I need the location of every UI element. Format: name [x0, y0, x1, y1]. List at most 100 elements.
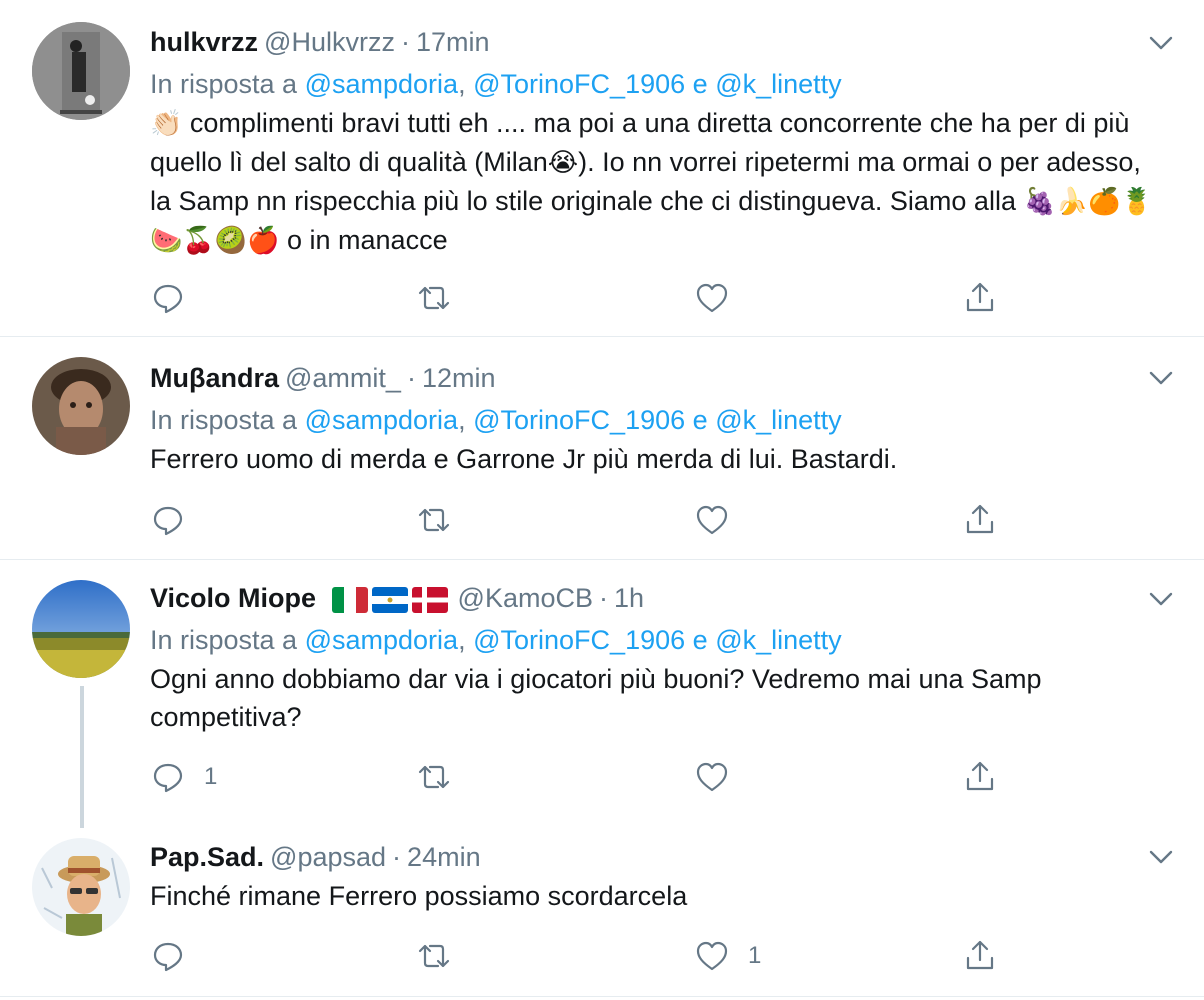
mention-conjunction: e — [692, 625, 708, 655]
retweet-icon — [418, 944, 450, 968]
separator-dot: · — [392, 842, 402, 872]
chevron-down-icon[interactable] — [1146, 842, 1176, 872]
crying-face-emoji: 😭 — [547, 148, 579, 178]
like-count: 1 — [748, 942, 762, 969]
share-button[interactable] — [962, 936, 998, 976]
comma: , — [458, 625, 466, 655]
display-name[interactable]: Vicolo Miope — [150, 583, 316, 613]
like-button[interactable] — [694, 278, 748, 318]
reply-button[interactable] — [150, 500, 204, 540]
tweet-text: 👏🏻 complimenti bravi tutti eh .... ma po… — [150, 104, 1164, 260]
user-handle[interactable]: @papsad — [270, 842, 386, 872]
reply-icon — [153, 942, 183, 972]
retweet-icon — [418, 765, 450, 789]
denmark-flag-icon — [411, 586, 448, 613]
tweet-actions — [150, 500, 1010, 540]
tweet-text-part: o in manacce — [279, 225, 448, 255]
reply-button[interactable]: 1 — [150, 757, 217, 797]
mention-link[interactable]: @k_linetty — [715, 625, 841, 655]
retweet-icon — [418, 286, 450, 310]
comma: , — [458, 405, 466, 435]
mention-link[interactable]: @TorinoFC_1906 — [473, 405, 685, 435]
reply-button[interactable] — [150, 278, 204, 318]
share-icon — [966, 504, 994, 534]
tweet-content: Muβandra @ammit_ · 12min In risposta a @sam… — [150, 358, 1164, 478]
tweet[interactable]: Vicolo Miope @KamoCB · 1h In risposta a @s… — [0, 560, 1204, 830]
avatar[interactable] — [32, 22, 130, 120]
reply-icon — [153, 284, 183, 314]
tweet-actions: 1 — [150, 936, 1010, 976]
mention-link[interactable]: @sampdoria — [305, 69, 458, 99]
avatar-image — [32, 22, 130, 120]
tweet-text: Ferrero uomo di merda e Garrone Jr più m… — [150, 444, 898, 474]
retweet-button[interactable] — [416, 278, 452, 318]
user-handle[interactable]: @Hulkvrzz — [264, 27, 395, 57]
separator-dot: · — [599, 583, 608, 613]
reply-prefix: In risposta a — [150, 625, 298, 655]
reply-icon — [153, 506, 183, 536]
avatar[interactable] — [32, 357, 130, 455]
tweet[interactable]: hulkvrzz @Hulkvrzz · 17min In risposta a @s… — [0, 0, 1204, 337]
reply-prefix: In risposta a — [150, 69, 298, 99]
retweet-icon — [418, 508, 450, 532]
reply-context: In risposta a @sampdoria, @TorinoFC_1906… — [150, 64, 1164, 104]
avatar-image — [32, 838, 130, 936]
share-icon — [966, 940, 994, 970]
timestamp[interactable]: 1h — [614, 583, 644, 613]
tweet-content: Pap.Sad. @papsad · 24min Finché rimane Ferr… — [150, 837, 1164, 915]
chevron-down-icon[interactable] — [1146, 584, 1176, 614]
mention-link[interactable]: @sampdoria — [305, 405, 458, 435]
retweet-button[interactable] — [416, 500, 452, 540]
tweet-content: hulkvrzz @Hulkvrzz · 17min In risposta a @s… — [150, 22, 1164, 260]
display-name[interactable]: Pap.Sad. — [150, 842, 264, 872]
italy-flag-icon — [331, 586, 368, 613]
tweet-header: Pap.Sad. @papsad · 24min — [150, 837, 1164, 877]
separator-dot: · — [406, 363, 416, 393]
nicaragua-flag-icon — [371, 586, 408, 613]
timestamp[interactable]: 12min — [422, 363, 496, 393]
like-button[interactable]: 1 — [694, 936, 761, 976]
reply-prefix: In risposta a — [150, 405, 298, 435]
avatar-image — [32, 580, 130, 678]
chevron-down-icon[interactable] — [1146, 363, 1176, 393]
mention-conjunction: e — [692, 405, 708, 435]
share-icon — [966, 761, 994, 791]
avatar[interactable] — [32, 580, 130, 678]
tweet-text: Ogni anno dobbiamo dar via i giocatori p… — [150, 664, 1042, 732]
separator-dot: · — [400, 27, 410, 57]
retweet-button[interactable] — [416, 936, 452, 976]
tweet-text: Finché rimane Ferrero possiamo scordarce… — [150, 881, 688, 911]
share-button[interactable] — [962, 500, 998, 540]
heart-icon — [696, 941, 728, 971]
flag-emojis — [331, 580, 452, 620]
tweet-content: Vicolo Miope @KamoCB · 1h In risposta a @s… — [150, 578, 1164, 736]
tweet-header: Vicolo Miope @KamoCB · 1h — [150, 578, 1164, 618]
tweet-feed: hulkvrzz @Hulkvrzz · 17min In risposta a @s… — [0, 0, 1204, 1000]
reply-context: In risposta a @sampdoria, @TorinoFC_1906… — [150, 620, 1164, 660]
tweet[interactable]: Pap.Sad. @papsad · 24min Finché rimane Ferr… — [0, 830, 1204, 997]
like-button[interactable] — [694, 757, 748, 797]
timestamp[interactable]: 17min — [416, 27, 490, 57]
chevron-down-icon[interactable] — [1146, 28, 1176, 58]
avatar[interactable] — [32, 838, 130, 936]
reply-icon — [153, 763, 183, 793]
display-name[interactable]: Muβandra — [150, 363, 279, 393]
mention-link[interactable]: @TorinoFC_1906 — [473, 69, 685, 99]
mention-link[interactable]: @TorinoFC_1906 — [473, 625, 685, 655]
retweet-button[interactable] — [416, 757, 452, 797]
mention-link[interactable]: @k_linetty — [715, 405, 841, 435]
share-button[interactable] — [962, 278, 998, 318]
like-button[interactable] — [694, 500, 748, 540]
mention-link[interactable]: @k_linetty — [715, 69, 841, 99]
user-handle[interactable]: @KamoCB — [458, 583, 593, 613]
share-icon — [966, 282, 994, 312]
display-name[interactable]: hulkvrzz — [150, 27, 258, 57]
timestamp[interactable]: 24min — [407, 842, 481, 872]
avatar-image — [32, 357, 130, 455]
tweet[interactable]: Muβandra @ammit_ · 12min In risposta a @sam… — [0, 337, 1204, 560]
mention-link[interactable]: @sampdoria — [305, 625, 458, 655]
user-handle[interactable]: @ammit_ — [285, 363, 401, 393]
tweet-header: hulkvrzz @Hulkvrzz · 17min — [150, 22, 1164, 62]
share-button[interactable] — [962, 757, 998, 797]
reply-button[interactable] — [150, 936, 204, 976]
